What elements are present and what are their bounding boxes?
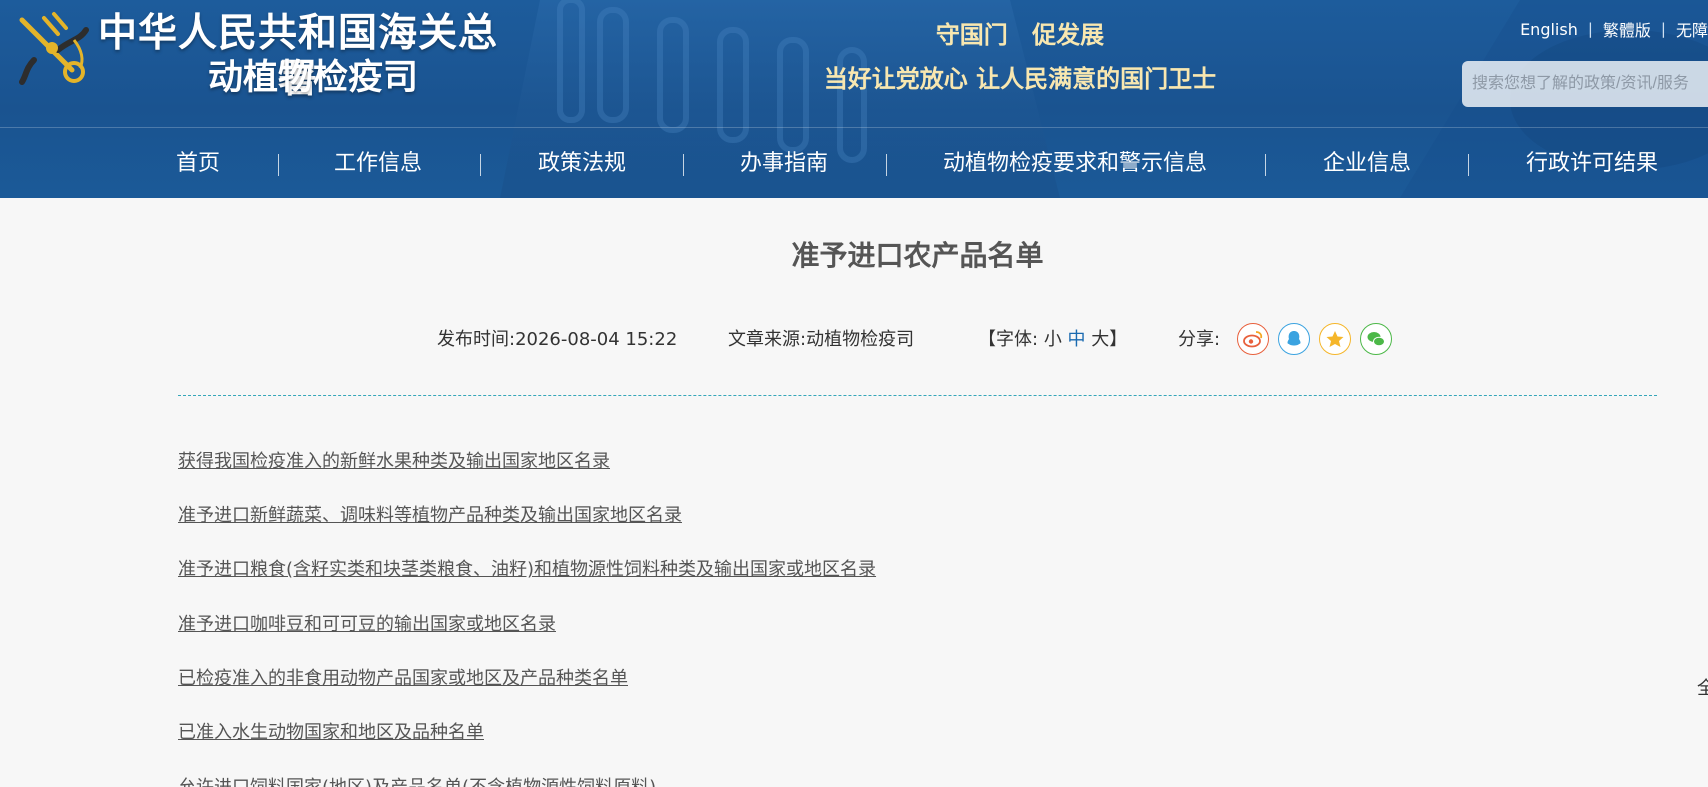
nav-item-policy[interactable]: 政策法规	[538, 130, 626, 198]
nav-item-work-info[interactable]: 工作信息	[334, 130, 422, 198]
nav-item-guide[interactable]: 办事指南	[740, 130, 828, 198]
lang-link-accessibility[interactable]: 无障	[1676, 17, 1708, 41]
lang-link-traditional[interactable]: 繁體版	[1603, 17, 1651, 41]
doc-link-fresh-fruit[interactable]: 获得我国检疫准入的新鲜水果种类及输出国家地区名录	[178, 449, 610, 475]
nav-top-divider	[0, 127, 1708, 128]
lang-link-english[interactable]: English	[1520, 20, 1578, 39]
source-value: 动植物检疫司	[806, 329, 915, 350]
article-title: 准予进口农产品名单	[791, 239, 1044, 272]
nav-separator	[480, 154, 481, 176]
nav-item-quarantine-requirements[interactable]: 动植物检疫要求和警示信息	[943, 130, 1207, 198]
site-subtitle: 动植物检疫司	[208, 57, 419, 98]
nav-separator	[278, 154, 279, 176]
search-input[interactable]	[1462, 61, 1708, 107]
doc-link-coffee-cocoa[interactable]: 准予进口咖啡豆和可可豆的输出国家或地区名录	[178, 612, 556, 638]
share-label: 分享:	[1178, 329, 1221, 350]
source-label: 文章来源:	[728, 329, 807, 350]
publish-time: 发布时间:2026-08-04 15:22	[437, 322, 677, 358]
font-switch-suffix: 】	[1109, 329, 1128, 350]
doc-link-fresh-vegetables[interactable]: 准予进口新鲜蔬菜、调味料等植物产品种类及输出国家地区名录	[178, 503, 682, 529]
article-content: 准予进口农产品名单 发布时间:2026-08-04 15:22 文章来源:动植物…	[0, 198, 1708, 787]
page: 中华人民共和国海关总署 动植物检疫司 守国门 促发展 当好让党放心 让人民满意的…	[0, 0, 1708, 787]
doc-link-feed-products[interactable]: 允许进口饲料国家(地区)及产品名单(不含植物源性饲料原料)	[178, 775, 656, 787]
nav-item-permit-results[interactable]: 行政许可结果	[1526, 130, 1658, 198]
qq-icon[interactable]	[1278, 323, 1310, 355]
font-small-button[interactable]: 小	[1044, 329, 1062, 350]
nav-separator	[886, 154, 887, 176]
font-large-button[interactable]: 大	[1091, 329, 1109, 350]
article-source: 文章来源:动植物检疫司	[728, 322, 914, 358]
site-header: 中华人民共和国海关总署 动植物检疫司 守国门 促发展 当好让党放心 让人民满意的…	[0, 0, 1708, 198]
doc-link-inedible-animal-products[interactable]: 已检疫准入的非食用动物产品国家或地区及产品种类名单	[178, 666, 628, 692]
nav-separator	[1468, 154, 1469, 176]
nav-item-home[interactable]: 首页	[176, 130, 220, 198]
qzone-icon[interactable]	[1319, 323, 1351, 355]
doc-link-aquatic-animals[interactable]: 已准入水生动物国家和地区及品种名单	[178, 720, 484, 746]
font-switch-prefix: 【字体:	[978, 329, 1039, 350]
language-bar: English | 繁體版 | 无障	[1520, 17, 1708, 41]
main-nav: 首页 工作信息 政策法规 办事指南 动植物检疫要求和警示信息 企业信息 行政许可…	[0, 130, 1708, 198]
customs-emblem-icon	[19, 12, 89, 85]
lang-separator: |	[1660, 20, 1666, 38]
slogan-line-1: 守国门 促发展	[935, 21, 1105, 49]
floating-side-tool[interactable]: 全	[1697, 674, 1708, 700]
slogan-line-2: 当好让党放心 让人民满意的国门卫士	[823, 65, 1217, 93]
font-medium-button[interactable]: 中	[1068, 329, 1086, 350]
doc-link-grain-feed[interactable]: 准予进口粮食(含籽实类和块茎类粮食、油籽)和植物源性饲料种类及输出国家或地区名录	[178, 557, 876, 583]
meta-divider	[178, 395, 1657, 396]
publish-value: 2026-08-04 15:22	[515, 329, 678, 350]
weibo-icon[interactable]	[1237, 323, 1269, 355]
lang-separator: |	[1587, 20, 1593, 38]
nav-separator	[1265, 154, 1266, 176]
nav-separator	[683, 154, 684, 176]
nav-item-enterprise-info[interactable]: 企业信息	[1323, 130, 1411, 198]
publish-label: 发布时间:	[437, 329, 516, 350]
font-size-switcher: 【字体: 小 中 大】	[978, 322, 1127, 358]
wechat-icon[interactable]	[1360, 323, 1392, 355]
